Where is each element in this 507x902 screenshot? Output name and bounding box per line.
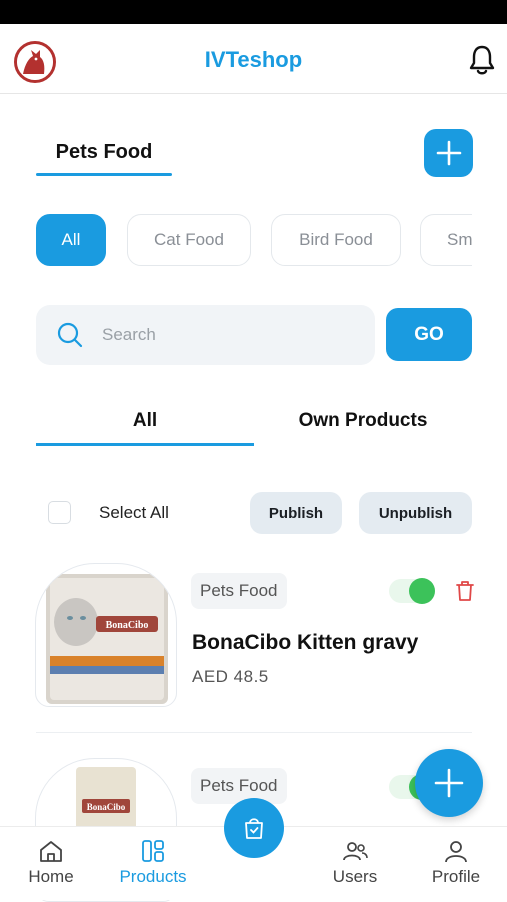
search-icon (57, 322, 83, 348)
section-title: Pets Food (55, 141, 153, 163)
orders-bag-button[interactable] (224, 798, 284, 858)
select-all-checkbox[interactable] (48, 501, 71, 524)
publish-button[interactable]: Publish (250, 492, 342, 534)
bell-icon[interactable] (467, 44, 497, 76)
chip-small-animal-food[interactable]: Sm (420, 214, 472, 266)
section-tab-underline (36, 173, 172, 176)
add-category-button[interactable] (424, 129, 473, 177)
list-divider (36, 732, 472, 733)
nav-products[interactable]: Products (112, 839, 194, 887)
app-header: IVTeshop (0, 24, 507, 94)
product-price: AED 48.5 (192, 667, 269, 686)
tab-all-underline (36, 443, 254, 446)
app-title: IVTeshop (204, 47, 303, 72)
shopping-bag-icon (245, 818, 263, 839)
product-category-badge: Pets Food (191, 768, 287, 804)
unpublish-button[interactable]: Unpublish (359, 492, 472, 534)
chip-cat-food[interactable]: Cat Food (127, 214, 251, 266)
product-image-brand: BonaCibo (87, 802, 126, 812)
nav-users-label: Users (332, 867, 378, 886)
select-all-label: Select All (99, 503, 169, 522)
tab-own-products-label: Own Products (298, 410, 428, 431)
nav-home-label: Home (28, 867, 74, 886)
profile-icon (445, 841, 467, 863)
category-filter-chips: All Cat Food Bird Food Sm (36, 214, 472, 268)
product-image[interactable]: BonaCibo (35, 563, 177, 707)
chip-all[interactable]: All (36, 214, 106, 266)
users-icon (343, 842, 368, 861)
nav-users[interactable]: Users (327, 839, 383, 887)
nav-profile[interactable]: Profile (424, 839, 488, 887)
add-product-button[interactable] (415, 749, 483, 817)
search-bar (36, 305, 375, 365)
tab-all-label: All (132, 410, 158, 431)
status-bar (0, 0, 507, 24)
nav-home[interactable]: Home (20, 839, 82, 887)
publish-toggle[interactable] (389, 578, 435, 604)
tab-all[interactable]: All (36, 400, 254, 446)
nav-products-label: Products (119, 867, 187, 886)
chip-bird-food[interactable]: Bird Food (271, 214, 401, 266)
tab-own-products[interactable]: Own Products (254, 400, 472, 446)
product-image-brand: BonaCibo (106, 620, 149, 631)
nav-profile-label: Profile (431, 867, 481, 886)
toggle-knob (409, 578, 435, 604)
section-tab-pets-food[interactable]: Pets Food (36, 128, 172, 176)
plus-icon (436, 140, 461, 166)
search-input[interactable] (102, 319, 352, 351)
product-name: BonaCibo Kitten gravy (192, 631, 419, 654)
products-icon (142, 840, 164, 862)
go-button[interactable]: GO (386, 308, 472, 361)
plus-icon (434, 768, 464, 798)
trash-icon[interactable] (454, 579, 476, 603)
product-category-badge: Pets Food (191, 573, 287, 609)
home-icon (40, 841, 62, 862)
